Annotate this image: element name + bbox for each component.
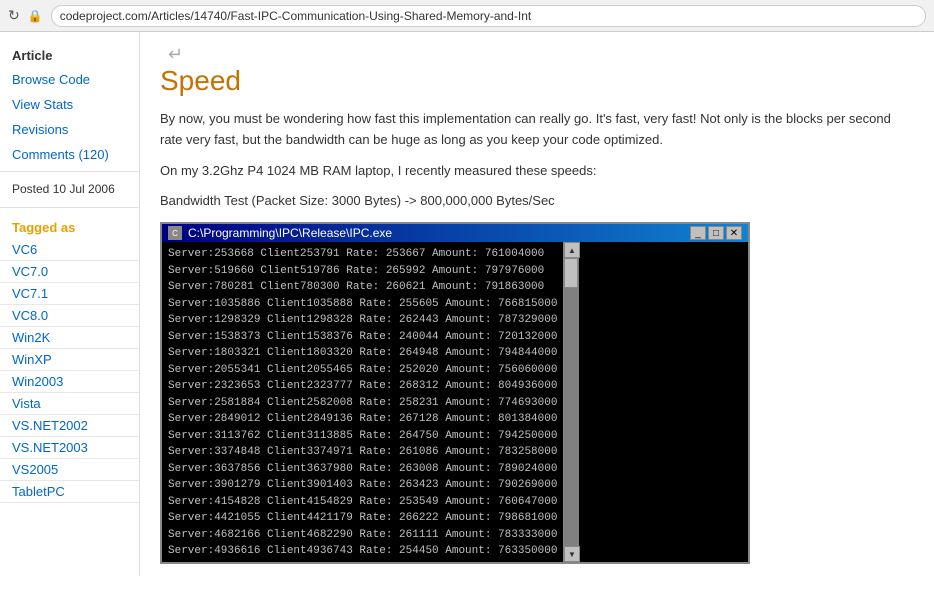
terminal-title: C:\Programming\IPC\Release\IPC.exe	[188, 226, 392, 240]
terminal-line: Server:3637856 Client3637980 Rate: 26300…	[168, 461, 557, 478]
sidebar-tag-win2003[interactable]: Win2003	[0, 371, 139, 393]
back-arrow-icon: ↵	[168, 44, 183, 65]
terminal-line: Server:3113762 Client3113885 Rate: 26475…	[168, 428, 557, 445]
sidebar-link-comments[interactable]: Comments (120)	[0, 142, 139, 167]
content-para2: On my 3.2Ghz P4 1024 MB RAM laptop, I re…	[160, 161, 914, 182]
terminal-line: Server:1298329 Client1298328 Rate: 26244…	[168, 312, 557, 329]
terminal-titlebar: C C:\Programming\IPC\Release\IPC.exe _ □…	[162, 224, 748, 242]
terminal-line: Server:4682166 Client4682290 Rate: 26111…	[168, 527, 557, 544]
terminal-line: Server:1803321 Client1803320 Rate: 26494…	[168, 345, 557, 362]
lock-icon: 🔒	[28, 9, 43, 23]
sidebar-article-title: Article	[0, 40, 139, 67]
sidebar-tag-vsnet2002[interactable]: VS.NET2002	[0, 415, 139, 437]
reload-icon[interactable]: ↻	[8, 7, 20, 24]
sidebar-tag-vista[interactable]: Vista	[0, 393, 139, 415]
terminal-line: Server:4936616 Client4936743 Rate: 25445…	[168, 543, 557, 560]
terminal-line: Server:3901279 Client3901403 Rate: 26342…	[168, 477, 557, 494]
terminal-body: Server:253668 Client253791 Rate: 253667 …	[162, 242, 563, 562]
terminal-line: Server:519660 Client519786 Rate: 265992 …	[168, 263, 557, 280]
content-para1: By now, you must be wondering how fast t…	[160, 109, 914, 151]
terminal-line: Server:1035886 Client1035888 Rate: 25560…	[168, 296, 557, 313]
sidebar-posted: Posted 10 Jul 2006	[0, 176, 139, 203]
terminal-line: Server:4154828 Client4154829 Rate: 25354…	[168, 494, 557, 511]
terminal-close-button[interactable]: ✕	[726, 226, 742, 240]
bandwidth-text: Bandwidth Test (Packet Size: 3000 Bytes)…	[160, 191, 914, 212]
sidebar-tag-vc6[interactable]: VC6	[0, 239, 139, 261]
terminal-window: C C:\Programming\IPC\Release\IPC.exe _ □…	[160, 222, 750, 564]
terminal-maximize-button[interactable]: □	[708, 226, 724, 240]
terminal-line: Server:2581884 Client2582008 Rate: 25823…	[168, 395, 557, 412]
terminal-line: Server:4421055 Client4421179 Rate: 26622…	[168, 510, 557, 527]
terminal-controls[interactable]: _ □ ✕	[690, 226, 742, 240]
terminal-line: Server:253668 Client253791 Rate: 253667 …	[168, 246, 557, 263]
browser-bar: ↻ 🔒	[0, 0, 934, 32]
terminal-line: Server:3374848 Client3374971 Rate: 26108…	[168, 444, 557, 461]
scrollbar-up-button[interactable]: ▲	[564, 242, 580, 258]
terminal-line: Server:2323653 Client2323777 Rate: 26831…	[168, 378, 557, 395]
sidebar-tag-winxp[interactable]: WinXP	[0, 349, 139, 371]
sidebar-tag-vc80[interactable]: VC8.0	[0, 305, 139, 327]
terminal-line: Server:2055341 Client2055465 Rate: 25202…	[168, 362, 557, 379]
scrollbar-track[interactable]	[564, 258, 579, 546]
terminal-minimize-button[interactable]: _	[690, 226, 706, 240]
terminal-line: Server:2849012 Client2849136 Rate: 26712…	[168, 411, 557, 428]
page-heading: Speed	[160, 65, 914, 97]
sidebar-tag-win2k[interactable]: Win2K	[0, 327, 139, 349]
address-bar[interactable]	[51, 5, 926, 27]
sidebar-tag-vsnet2003[interactable]: VS.NET2003	[0, 437, 139, 459]
sidebar-tag-vs2005[interactable]: VS2005	[0, 459, 139, 481]
terminal-line: Server:1538373 Client1538376 Rate: 24004…	[168, 329, 557, 346]
sidebar-tagged-label: Tagged as	[0, 212, 139, 239]
terminal-line: Server:780281 Client780300 Rate: 260621 …	[168, 279, 557, 296]
sidebar-link-browse-code[interactable]: Browse Code	[0, 67, 139, 92]
sidebar-tag-vc70[interactable]: VC7.0	[0, 261, 139, 283]
scrollbar-down-button[interactable]: ▼	[564, 546, 580, 562]
terminal-line: Server:5203668 Client5203791 Rate: 26705…	[168, 560, 557, 563]
sidebar: Article Browse Code View Stats Revisions…	[0, 32, 140, 576]
sidebar-tag-vc71[interactable]: VC7.1	[0, 283, 139, 305]
terminal-icon: C	[168, 226, 182, 240]
scrollbar-thumb[interactable]	[564, 258, 578, 288]
terminal-scrollbar[interactable]: ▲ ▼	[563, 242, 579, 562]
sidebar-link-revisions[interactable]: Revisions	[0, 117, 139, 142]
main-content: ↵ Speed By now, you must be wondering ho…	[140, 32, 934, 576]
sidebar-link-view-stats[interactable]: View Stats	[0, 92, 139, 117]
sidebar-tag-tabletpc[interactable]: TabletPC	[0, 481, 139, 503]
